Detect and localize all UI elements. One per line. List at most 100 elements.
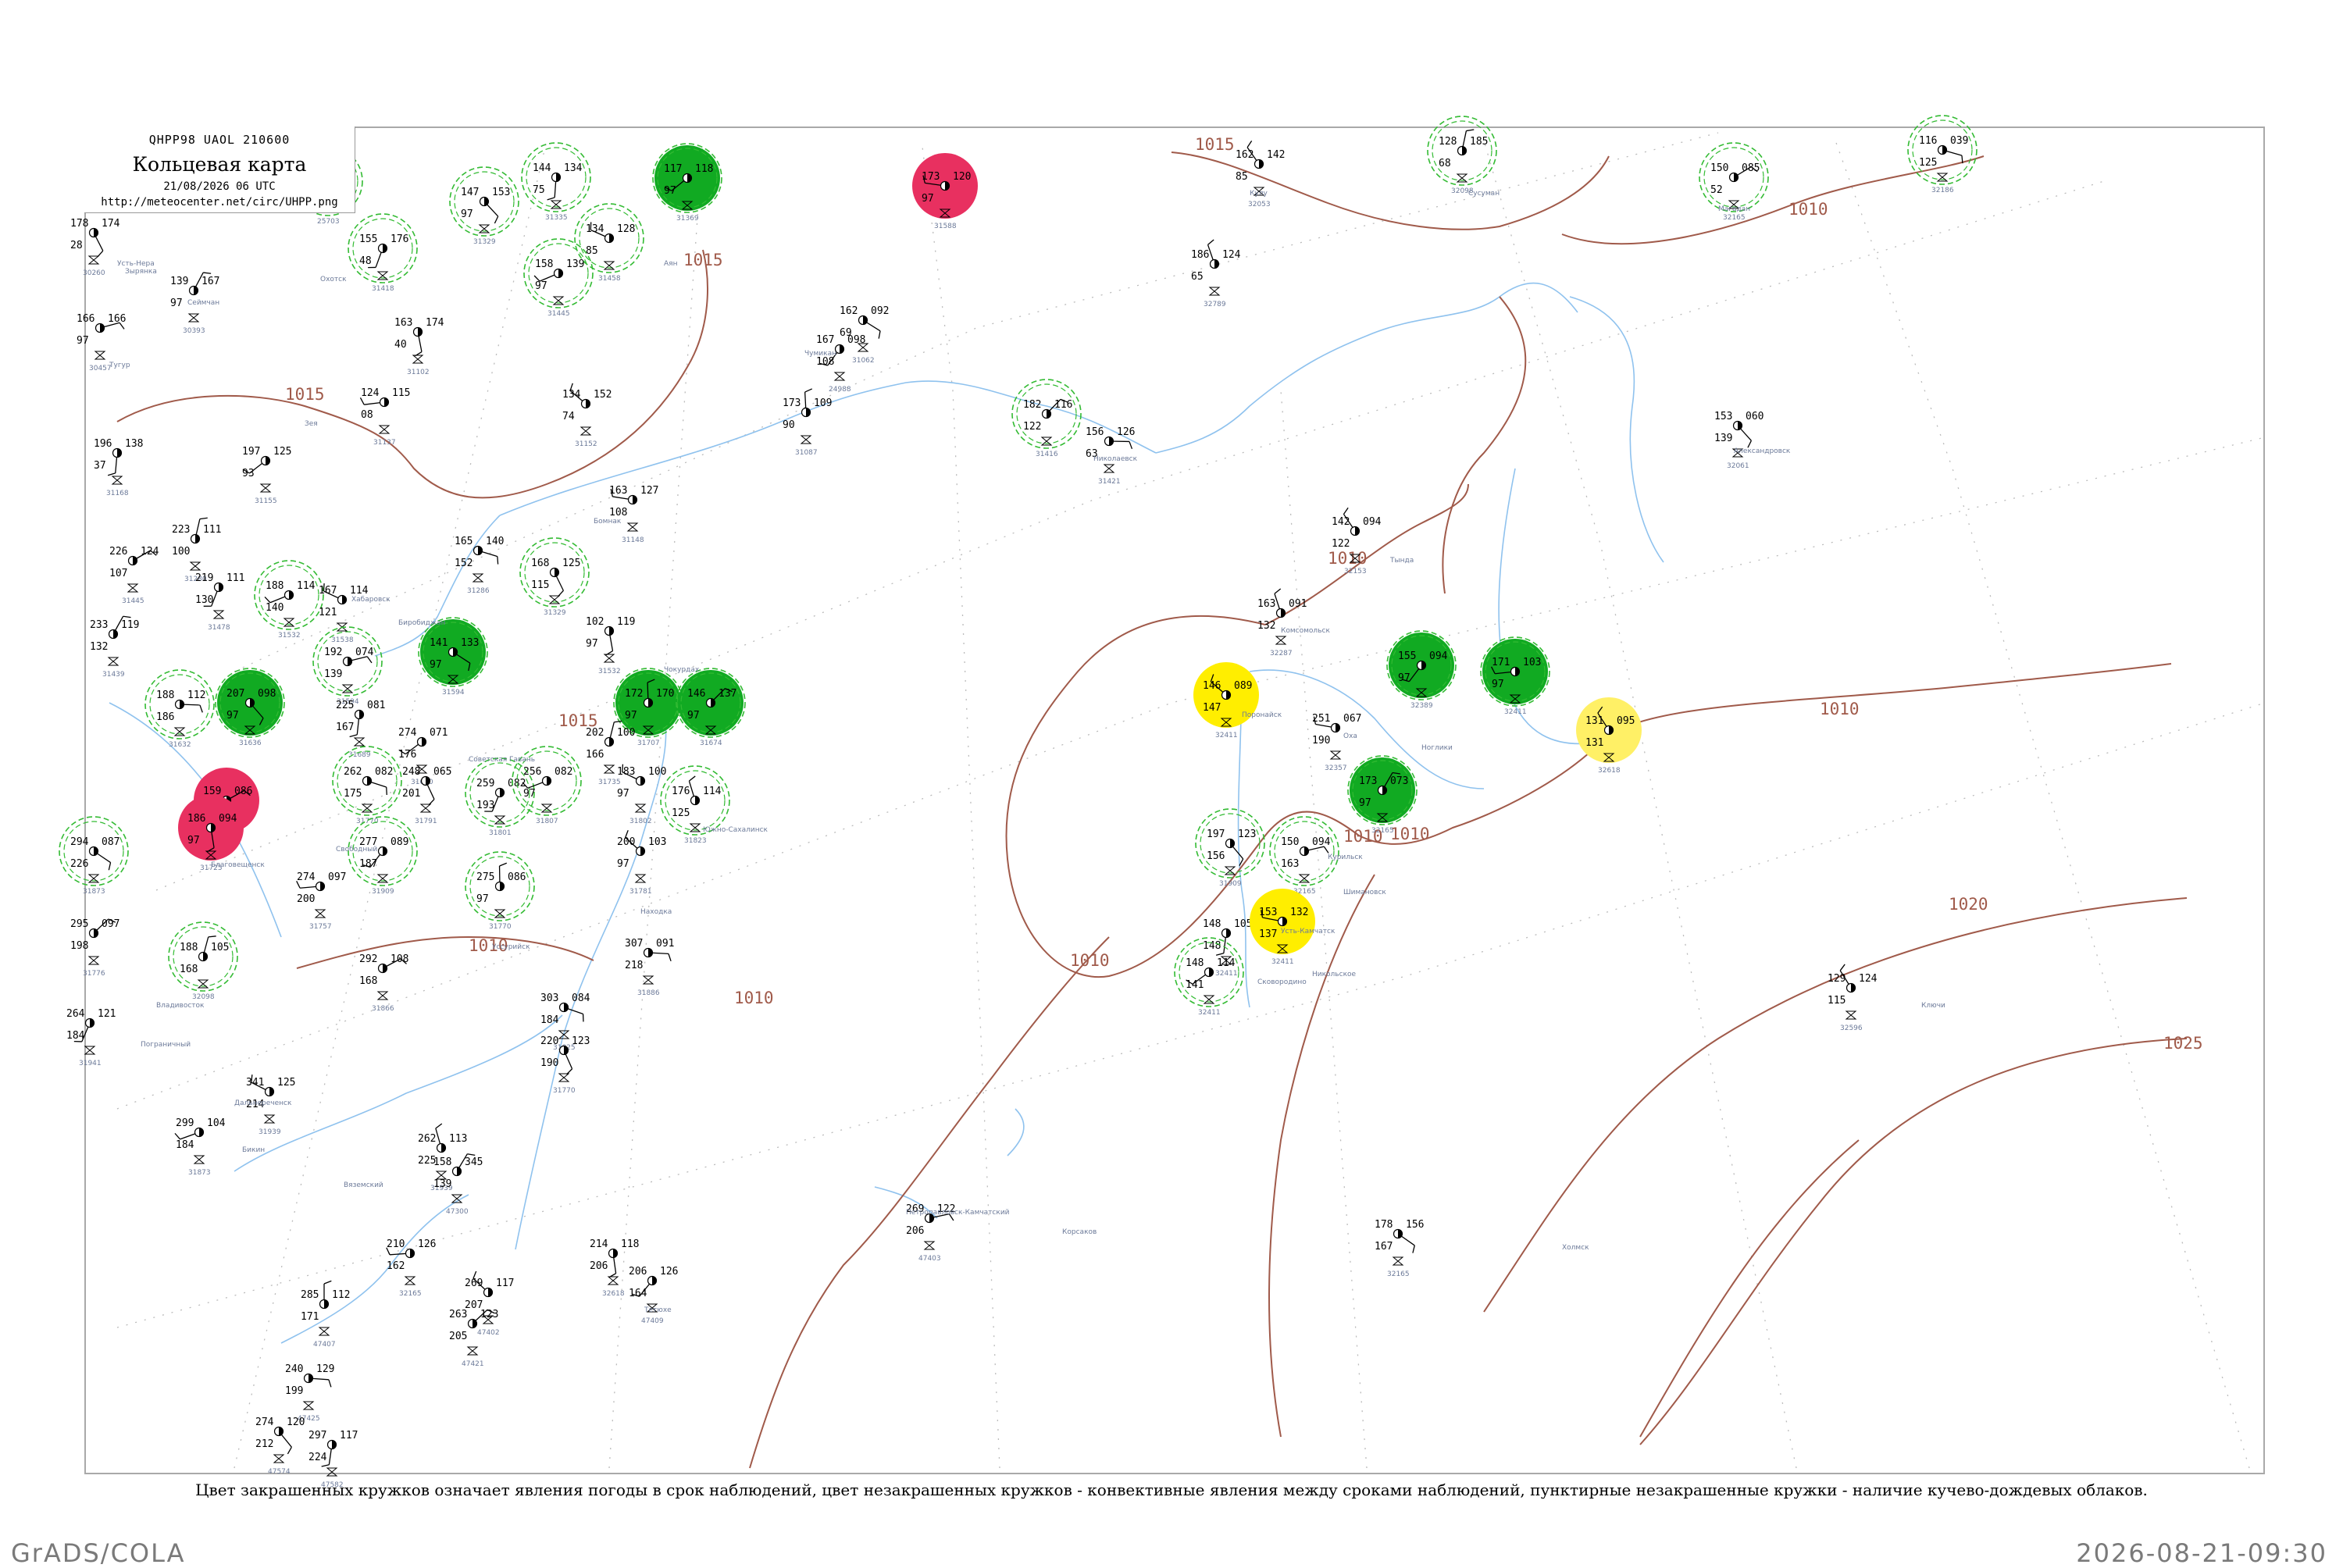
station-marker[interactable]: 1731099031087 <box>783 389 832 457</box>
station-marker[interactable]: 1781742830260 <box>70 218 120 277</box>
station-marker[interactable]: 1341527431152 <box>562 383 612 448</box>
present-weather-icon <box>421 804 430 812</box>
wind-barb-feather <box>669 953 671 960</box>
station-marker[interactable]: 1831009731802 <box>617 764 666 825</box>
station-dewpoint: 200 <box>297 893 315 905</box>
station-marker[interactable]: 30709121831886 <box>625 938 674 997</box>
station-marker[interactable]: 27412021247574 <box>255 1417 305 1476</box>
station-dewpoint: 212 <box>255 1438 273 1450</box>
station-marker[interactable]: 1861246532789 <box>1191 240 1241 308</box>
station-marker[interactable]: 20612616447409 <box>629 1266 678 1325</box>
station-pressure: 202 <box>586 727 604 739</box>
station-marker[interactable]: 24012919947425 <box>285 1363 334 1423</box>
present-weather-icon <box>608 1277 618 1285</box>
station-marker[interactable]: 1551764831418 <box>348 214 417 293</box>
station-marker[interactable]: 27708918731909 <box>348 817 417 896</box>
station-pressure: 251 <box>1312 713 1330 725</box>
station-pressure: 210 <box>387 1238 405 1250</box>
source-url[interactable]: http://meteocenter.net/circ/UHPP.png <box>84 196 355 208</box>
station-marker[interactable]: 23311913231439 <box>90 616 139 679</box>
station-marker[interactable]: 15306013932061 <box>1714 411 1763 470</box>
station-marker[interactable]: 2070989731636 <box>216 668 284 747</box>
station-name: Сковородино <box>1257 978 1307 986</box>
station-marker[interactable]: 27409720031757 <box>297 871 347 931</box>
station-marker[interactable]: 1621428532053 <box>1236 141 1285 208</box>
station-dewpoint: 224 <box>308 1452 327 1463</box>
station-dewpoint: 206 <box>590 1260 608 1272</box>
station-marker[interactable]: 22508116731689 <box>336 700 385 759</box>
station-marker[interactable]: 1730739732165 <box>1348 756 1417 835</box>
station-dewpoint: 125 <box>672 807 690 819</box>
station-dewpoint: 97 <box>170 298 183 309</box>
station-dewpoint: 108 <box>816 356 834 368</box>
station-marker[interactable]: 17815616732165 <box>1375 1219 1424 1278</box>
station-marker[interactable]: 29408722631873 <box>59 817 128 896</box>
station-marker[interactable]: 1241150831137 <box>360 387 410 447</box>
station-marker[interactable]: 1971259331155 <box>242 446 291 505</box>
station-marker[interactable]: 18811218631632 <box>145 670 214 749</box>
station-marker[interactable]: 21911113031478 <box>195 572 244 632</box>
station-pressure: 156 <box>1086 426 1104 438</box>
station-pressure: 165 <box>455 536 473 547</box>
station-marker[interactable]: 16312710831148 <box>609 485 658 544</box>
station-marker[interactable]: 11603912532186 <box>1908 116 1977 194</box>
station-marker[interactable]: 1411339731594 <box>419 618 487 697</box>
station-temperature: 167 <box>201 276 219 287</box>
station-marker[interactable]: 1550949732389 <box>1387 631 1456 710</box>
station-pressure: 303 <box>540 992 558 1004</box>
station-marker[interactable]: 13109513132618 <box>1576 697 1642 775</box>
station-marker[interactable]: 1171189731369 <box>653 144 722 223</box>
station-marker[interactable]: 28511217147407 <box>301 1281 350 1349</box>
map-canvas[interactable]: 1015101510151015101010101010101010101010… <box>0 0 2343 1562</box>
station-marker[interactable]: 1461379731674 <box>676 668 745 747</box>
station-temperature: 126 <box>1117 426 1135 438</box>
station-marker[interactable]: 2750869731770 <box>465 852 534 931</box>
station-marker[interactable]: 16812511531329 <box>520 538 589 617</box>
station-index: 31152 <box>575 440 597 448</box>
station-marker[interactable]: 1341288531458 <box>575 204 644 283</box>
station-marker[interactable]: 1021199731532 <box>586 616 635 675</box>
station-index: 31439 <box>102 671 125 679</box>
station-marker[interactable]: 24806520131791 <box>402 766 451 825</box>
station-marker[interactable]: 16309113232287 <box>1257 589 1307 657</box>
station-marker[interactable]: 16514015231286 <box>455 536 504 595</box>
station-temperature: 115 <box>392 387 410 399</box>
present-weather-icon <box>1393 1257 1403 1265</box>
station-temperature: 091 <box>1289 598 1307 610</box>
station-marker[interactable]: 18810516832098 <box>169 922 237 1001</box>
station-marker[interactable]: 29210816831866 <box>359 953 408 1013</box>
station-temperature: 082 <box>555 766 572 778</box>
station-marker[interactable]: 26412118431941 <box>66 1008 116 1067</box>
station-index: 31594 <box>442 689 465 697</box>
station-pressure: 183 <box>617 766 635 778</box>
station-marker[interactable]: 26312320547421 <box>449 1309 498 1368</box>
wind-barb-feather <box>805 389 812 392</box>
present-weather-icon <box>468 1347 477 1355</box>
station-marker[interactable]: 18811414031532 <box>255 561 323 640</box>
station-marker[interactable]: 1731209731588 <box>912 153 978 230</box>
station-temperature: 105 <box>1234 918 1252 930</box>
station-marker[interactable]: 1961383731168 <box>94 438 143 497</box>
station-marker[interactable]: 29910418431873 <box>175 1117 226 1177</box>
station-marker[interactable]: 1441347531335 <box>522 143 590 222</box>
station-marker[interactable]: 21012616232165 <box>387 1238 437 1298</box>
station-marker[interactable]: 15834513947300 <box>433 1154 483 1216</box>
station-marker[interactable]: 19712315631909 <box>1196 809 1264 888</box>
station-pressure: 256 <box>523 766 541 778</box>
station-temperature: 111 <box>226 572 244 584</box>
station-marker[interactable]: 22612410731445 <box>109 546 159 605</box>
station-dewpoint: 131 <box>1585 737 1603 749</box>
station-marker[interactable]: 25106719032357 <box>1312 713 1361 772</box>
station-marker[interactable]: 14608914732411 <box>1193 662 1259 739</box>
station-temperature: 084 <box>572 992 590 1004</box>
station-dewpoint: 115 <box>531 579 549 591</box>
station-marker[interactable]: 1711039732411 <box>1481 637 1550 716</box>
station-marker[interactable]: 18211612231416 <box>1012 380 1081 458</box>
station-marker[interactable]: 1281856832098 <box>1428 116 1496 195</box>
station-pressure: 259 <box>476 778 494 789</box>
station-marker[interactable]: 12912411532596 <box>1828 964 1878 1032</box>
station-pressure: 248 <box>402 766 420 778</box>
station-marker[interactable]: 1631744031102 <box>394 317 444 376</box>
station-marker[interactable]: 1471539731329 <box>450 167 519 246</box>
station-marker[interactable]: 29509719831776 <box>70 918 119 978</box>
